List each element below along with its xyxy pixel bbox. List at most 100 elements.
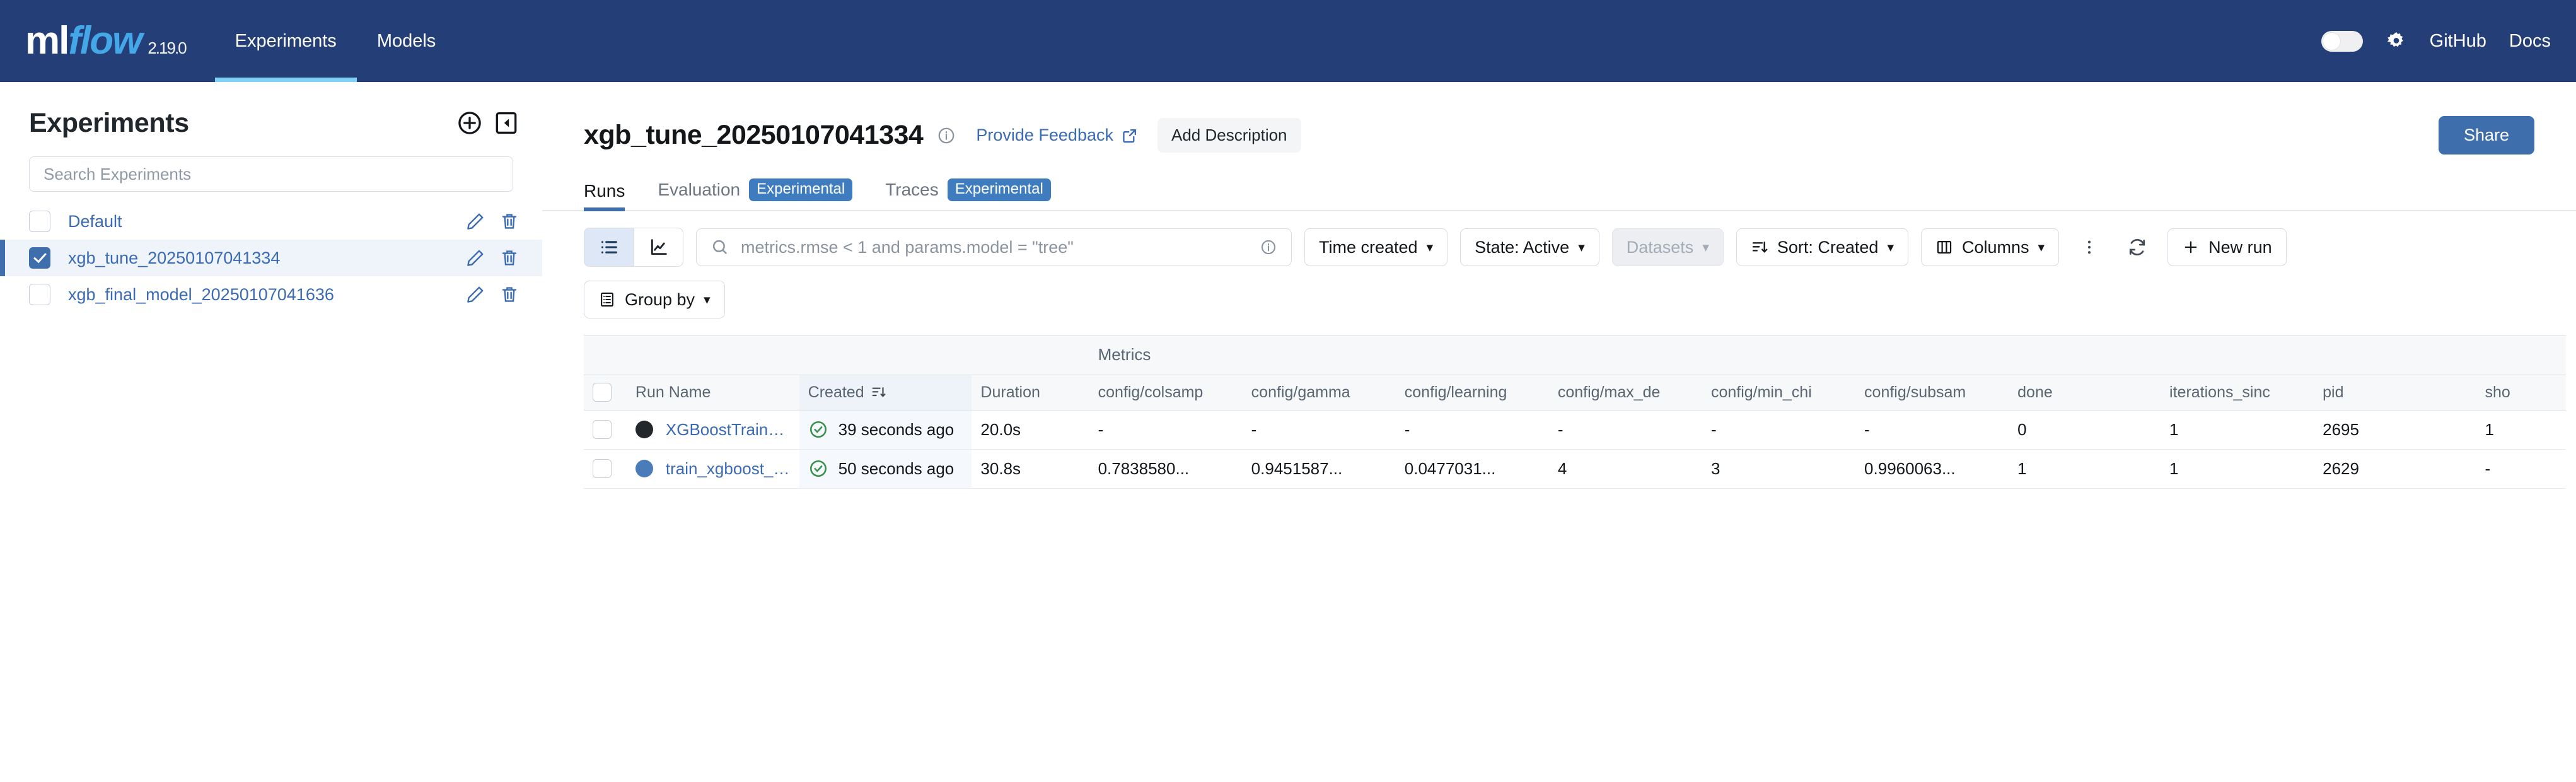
experiment-name[interactable]: xgb_tune_20250107041334 <box>68 248 280 268</box>
column-header-gamma[interactable]: config/gamma <box>1242 375 1396 411</box>
colsample-cell: - <box>1089 410 1243 450</box>
tab-traces-label: Traces <box>885 180 939 199</box>
edit-pencil-icon[interactable] <box>465 248 485 268</box>
delete-trash-icon[interactable] <box>499 248 519 268</box>
column-header-created[interactable]: Created <box>799 375 972 411</box>
delete-trash-icon[interactable] <box>499 211 519 231</box>
columns-button[interactable]: Columns ▾ <box>1920 228 2060 266</box>
iterations-since-cell: 1 <box>2161 410 2314 450</box>
select-all-header[interactable] <box>584 375 627 411</box>
runs-search-input[interactable] <box>741 237 1248 257</box>
column-header-min-child[interactable]: config/min_chi <box>1702 375 1856 411</box>
runs-table: Metrics Run Name Created Duration config… <box>584 336 2566 489</box>
tab-evaluation[interactable]: Evaluation Experimental <box>658 178 853 210</box>
sidebar-title: Experiments <box>29 107 189 138</box>
tab-runs[interactable]: Runs <box>584 181 625 211</box>
edit-pencil-icon[interactable] <box>465 211 485 231</box>
delete-trash-icon[interactable] <box>499 284 519 305</box>
select-all-checkbox[interactable] <box>593 383 612 402</box>
columns-label: Columns <box>1961 237 2029 257</box>
sidebar-header-actions <box>456 110 519 136</box>
kebab-menu-icon <box>2087 240 2091 254</box>
plus-circle-icon[interactable] <box>456 110 483 136</box>
run-name-cell[interactable]: XGBoostTrainer_2460d... <box>626 410 799 450</box>
sidebar-item-xgb-final-model[interactable]: xgb_final_model_20250107041636 <box>0 276 542 313</box>
table-row[interactable]: train_xgboost_bd232fcb 50 seconds ago <box>584 449 2566 489</box>
learning-rate-cell: - <box>1395 410 1549 450</box>
experiment-name[interactable]: Default <box>68 212 122 231</box>
nav-link-github[interactable]: GitHub <box>2430 31 2486 52</box>
tab-traces[interactable]: Traces Experimental <box>885 178 1051 210</box>
chart-view-button[interactable] <box>634 228 683 266</box>
run-color-dot <box>635 421 653 438</box>
table-row[interactable]: XGBoostTrainer_2460d... 39 seconds ago <box>584 410 2566 450</box>
column-header-iterations-since[interactable]: iterations_sinc <box>2161 375 2314 411</box>
run-name-link[interactable]: train_xgboost_bd232fcb <box>666 459 791 479</box>
edit-pencil-icon[interactable] <box>465 284 485 305</box>
status-success-icon <box>809 421 827 438</box>
logo-ml-text: ml <box>25 19 69 62</box>
runs-search-box[interactable] <box>696 228 1292 266</box>
colsample-cell: 0.7838580... <box>1089 449 1243 489</box>
state-filter-button[interactable]: State: Active ▾ <box>1460 228 1599 266</box>
sort-label: Sort: Created <box>1777 237 1879 257</box>
experiment-checkbox[interactable] <box>29 247 50 269</box>
nav-tab-experiments[interactable]: Experiments <box>214 0 357 82</box>
nav-link-docs[interactable]: Docs <box>2509 31 2551 52</box>
max-depth-cell: 4 <box>1548 449 1702 489</box>
column-header-duration[interactable]: Duration <box>972 375 1089 411</box>
nav-tabs: Experiments Models <box>214 0 456 82</box>
column-header-colsample[interactable]: config/colsamp <box>1089 375 1243 411</box>
more-options-button[interactable] <box>2072 228 2107 266</box>
sort-button[interactable]: Sort: Created ▾ <box>1736 228 1908 266</box>
gamma-cell: 0.9451587... <box>1242 449 1396 489</box>
sidebar-item-xgb-tune[interactable]: xgb_tune_20250107041334 <box>0 240 542 276</box>
row-select-cell[interactable] <box>584 410 627 450</box>
column-header-pid[interactable]: pid <box>2314 375 2476 411</box>
runs-table-container: Metrics Run Name Created Duration config… <box>584 335 2566 489</box>
created-text: 39 seconds ago <box>838 419 954 439</box>
provide-feedback-link[interactable]: Provide Feedback <box>976 125 1139 145</box>
add-description-button[interactable]: Add Description <box>1157 118 1301 153</box>
list-view-button[interactable] <box>584 228 634 266</box>
experiments-list: Default xgb_tune_20250107041334 xgb_fina… <box>0 203 542 313</box>
column-header-run-name[interactable]: Run Name <box>626 375 799 411</box>
search-experiments-input[interactable] <box>44 164 499 184</box>
info-icon[interactable] <box>923 126 956 145</box>
row-checkbox[interactable] <box>593 459 612 478</box>
dark-mode-toggle[interactable] <box>2321 30 2363 52</box>
column-header-should[interactable]: sho <box>2476 375 2566 411</box>
min-child-cell: 3 <box>1702 449 1856 489</box>
search-help-icon <box>1261 240 1276 255</box>
experiment-name[interactable]: xgb_final_model_20250107041636 <box>68 285 334 305</box>
row-select-cell[interactable] <box>584 449 627 489</box>
run-name-cell[interactable]: train_xgboost_bd232fcb <box>626 449 799 489</box>
main-content: xgb_tune_20250107041334 Provide Feedback… <box>542 82 2576 782</box>
group-by-button[interactable]: Group by ▾ <box>584 281 725 318</box>
experiment-checkbox[interactable] <box>29 211 50 232</box>
column-header-learning-rate[interactable]: config/learning <box>1395 375 1549 411</box>
collapse-sidebar-icon[interactable] <box>493 110 519 136</box>
run-name-link[interactable]: XGBoostTrainer_2460d... <box>666 420 791 440</box>
column-header-done[interactable]: done <box>2009 375 2161 411</box>
column-header-subsample[interactable]: config/subsam <box>1855 375 2009 411</box>
new-run-button[interactable]: New run <box>2167 228 2287 266</box>
nav-tab-models[interactable]: Models <box>357 0 456 82</box>
experiments-sidebar: Experiments Search Experiments Default x… <box>0 82 542 782</box>
experiment-row-actions <box>465 211 519 231</box>
page-header: xgb_tune_20250107041334 Provide Feedback… <box>542 101 2576 155</box>
experimental-badge: Experimental <box>947 178 1051 201</box>
gear-icon[interactable] <box>2386 30 2407 52</box>
row-checkbox[interactable] <box>593 420 612 439</box>
duration-cell: 20.0s <box>972 410 1089 450</box>
refresh-button[interactable] <box>2120 228 2155 266</box>
time-created-filter-button[interactable]: Time created ▾ <box>1304 228 1448 266</box>
search-experiments-box[interactable] <box>29 156 513 192</box>
share-button[interactable]: Share <box>2438 116 2534 155</box>
experiment-checkbox[interactable] <box>29 284 50 305</box>
mlflow-logo[interactable]: ml flow 2.19.0 <box>0 0 187 82</box>
sidebar-item-default[interactable]: Default <box>0 203 542 240</box>
learning-rate-cell: 0.0477031... <box>1395 449 1549 489</box>
column-header-max-depth[interactable]: config/max_de <box>1548 375 1702 411</box>
group-by-label: Group by <box>625 289 695 309</box>
